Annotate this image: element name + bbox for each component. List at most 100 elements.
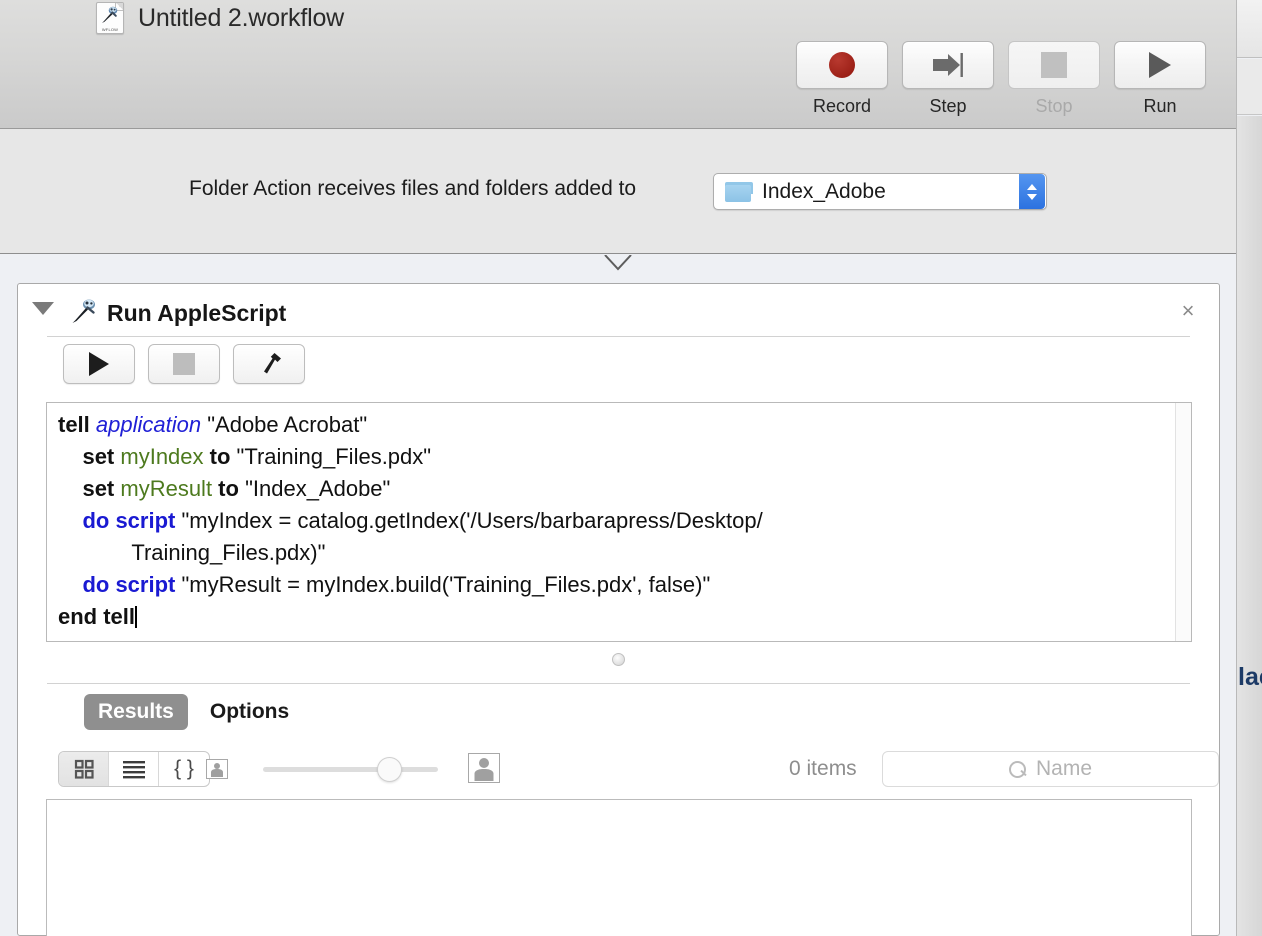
results-pane[interactable]	[46, 799, 1192, 936]
code-token: "myResult = myIndex.build('Training_File…	[181, 572, 711, 597]
stop-square-icon	[1041, 52, 1067, 78]
window-toolbar: WFLOW Untitled 2.workflow Record Step St…	[0, 0, 1236, 129]
folder-action-prompt: Folder Action receives files and folders…	[189, 177, 637, 200]
action-connector-notch	[585, 255, 651, 283]
braces-icon: { }	[174, 757, 194, 780]
tab-options[interactable]: Options	[196, 694, 303, 730]
code-token: to	[218, 476, 246, 501]
code-line: set myResult to "Index_Adobe"	[58, 473, 1169, 505]
step-button[interactable]	[902, 41, 994, 89]
background-strip-section	[1236, 59, 1262, 115]
popup-arrows-icon[interactable]	[1019, 174, 1045, 209]
step-button-label: Step	[929, 96, 967, 116]
search-icon	[1008, 760, 1026, 778]
list-icon	[122, 761, 145, 779]
automator-main-window: WFLOW Untitled 2.workflow Record Step St…	[0, 0, 1236, 936]
background-strip-toolbar	[1236, 0, 1262, 58]
grid-icon	[74, 759, 94, 779]
code-token: do script	[58, 572, 182, 597]
record-button[interactable]	[796, 41, 888, 89]
run-button-label: Run	[1143, 96, 1177, 116]
search-placeholder: Name	[1035, 757, 1093, 780]
chevron-down-icon	[1027, 193, 1037, 200]
action-header: Run AppleScript ×	[18, 284, 1219, 336]
code-token: "myIndex = catalog.getIndex('/Users/barb…	[181, 508, 763, 533]
record-circle-icon	[829, 52, 855, 78]
code-token: set	[58, 444, 121, 469]
code-token: do script	[58, 508, 182, 533]
stop-square-icon	[173, 353, 195, 375]
background-clipped-text: lac	[1238, 663, 1262, 691]
workflow-canvas: Run AppleScript × tell application "Adob…	[0, 255, 1236, 936]
editor-resize-grip[interactable]	[611, 653, 625, 666]
script-toolbar	[63, 344, 305, 384]
code-line: end tell	[58, 601, 1169, 633]
applescript-source[interactable]: tell application "Adobe Acrobat" set myI…	[58, 409, 1169, 633]
toolbar-step-item: Step	[902, 41, 994, 117]
code-token: myResult	[120, 476, 219, 501]
stop-button-label: Stop	[1035, 96, 1073, 116]
code-token: application	[95, 412, 208, 437]
code-token: set	[58, 476, 121, 501]
results-toolbar: { } 0 items Name	[58, 751, 1219, 787]
chevron-up-icon	[1027, 183, 1037, 190]
window-right-edge	[1236, 0, 1237, 936]
code-token: Training_Files.pdx)"	[58, 540, 326, 565]
close-icon[interactable]: ×	[1177, 300, 1199, 323]
workflow-icon-badge: WFLOW	[101, 27, 119, 32]
document-title-row: WFLOW Untitled 2.workflow	[96, 0, 344, 36]
item-count-label: 0 items	[789, 757, 857, 780]
toolbar-record-item: Record	[796, 41, 888, 117]
play-triangle-icon	[89, 352, 109, 376]
action-title: Run AppleScript	[107, 300, 287, 326]
applescript-icon	[72, 299, 95, 323]
folder-popup-button[interactable]: Index_Adobe	[713, 173, 1047, 210]
script-compile-button[interactable]	[233, 344, 305, 384]
script-run-button[interactable]	[63, 344, 135, 384]
code-token: myIndex	[120, 444, 210, 469]
large-person-icon	[468, 753, 500, 783]
action-tabs: Results Options	[84, 694, 303, 730]
toolbar-buttons: Record Step Stop Run	[796, 41, 1206, 117]
code-line: tell application "Adobe Acrobat"	[58, 409, 1169, 441]
script-stop-button	[148, 344, 220, 384]
code-line: set myIndex to "Training_Files.pdx"	[58, 441, 1169, 473]
text-cursor	[135, 606, 138, 628]
background-strip-body	[1236, 116, 1262, 936]
search-input[interactable]: Name	[882, 751, 1219, 787]
view-mode-list-button[interactable]	[109, 752, 159, 786]
code-line: Training_Files.pdx)"	[58, 537, 1169, 569]
automator-robot-glyph	[102, 6, 118, 23]
disclosure-triangle-icon[interactable]	[32, 302, 54, 315]
code-token: end tell	[58, 604, 136, 629]
hammer-icon	[264, 353, 281, 374]
icon-size-slider-knob[interactable]	[377, 757, 402, 782]
code-line: do script "myResult = myIndex.build('Tra…	[58, 569, 1169, 601]
code-token: tell	[58, 412, 96, 437]
view-mode-icon-button[interactable]	[59, 752, 109, 786]
play-triangle-icon	[1149, 52, 1171, 78]
run-button[interactable]	[1114, 41, 1206, 89]
tab-results[interactable]: Results	[84, 694, 188, 730]
folder-popup-selected-value: Index_Adobe	[762, 179, 886, 203]
action-header-divider	[47, 336, 1190, 337]
icon-size-slider[interactable]	[263, 757, 438, 782]
run-applescript-action-card: Run AppleScript × tell application "Adob…	[17, 283, 1220, 936]
applescript-editor[interactable]: tell application "Adobe Acrobat" set myI…	[46, 402, 1192, 642]
step-forward-icon	[933, 53, 963, 77]
workflow-document-icon: WFLOW	[96, 2, 124, 34]
view-mode-segmented-control: { }	[58, 751, 210, 787]
code-token: "Index_Adobe"	[245, 476, 391, 501]
tabs-divider	[47, 683, 1190, 684]
small-person-icon	[206, 759, 228, 779]
code-line: do script "myIndex = catalog.getIndex('/…	[58, 505, 1169, 537]
code-token: "Training_Files.pdx"	[236, 444, 432, 469]
view-mode-code-button[interactable]: { }	[159, 752, 209, 786]
editor-scrollbar[interactable]	[1175, 403, 1191, 641]
folder-body	[725, 184, 751, 202]
toolbar-run-item: Run	[1114, 41, 1206, 117]
stop-button	[1008, 41, 1100, 89]
toolbar-stop-item: Stop	[1008, 41, 1100, 117]
code-token: "Adobe Acrobat"	[207, 412, 368, 437]
code-token: to	[209, 444, 237, 469]
